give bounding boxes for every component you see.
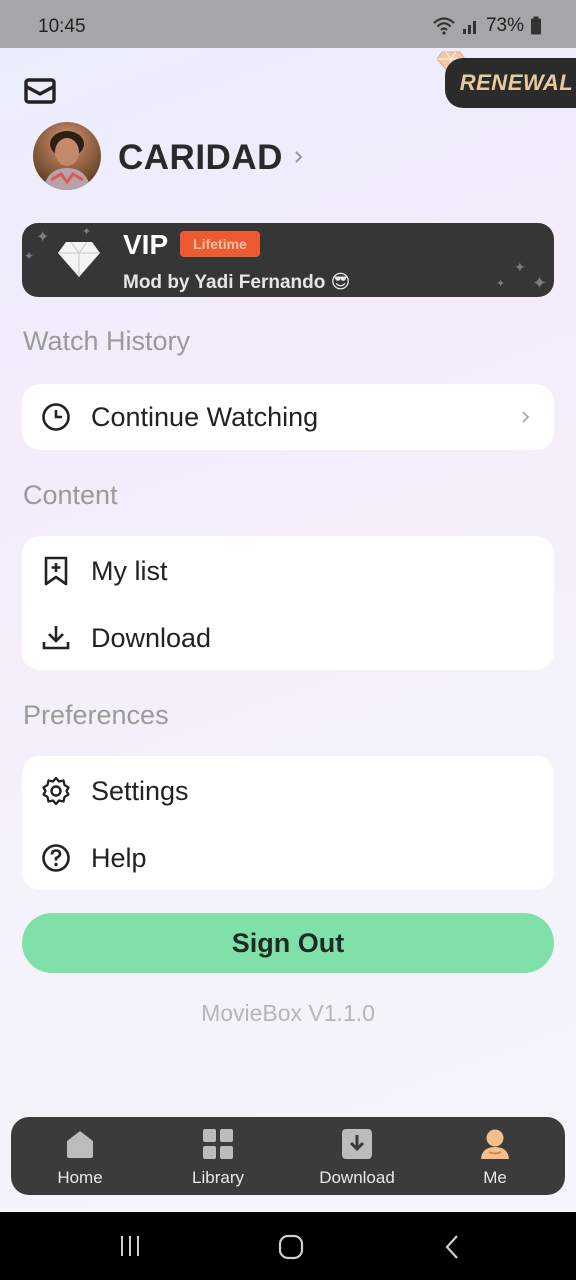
section-label-preferences: Preferences: [23, 700, 169, 730]
section-label-watch-history: Watch History: [23, 326, 191, 356]
battery-percent: 73%: [485, 15, 524, 36]
sparkle-icon: ✦: [496, 278, 506, 290]
preferences-card: Settings Help: [22, 756, 554, 890]
download-icon: [42, 626, 70, 650]
wifi-icon: [433, 17, 455, 35]
back-icon[interactable]: [442, 1234, 462, 1260]
nav-item-me[interactable]: Me: [426, 1117, 564, 1195]
username[interactable]: CARIDAD: [118, 138, 283, 178]
clock-icon: [42, 403, 70, 431]
menu-item-settings[interactable]: Settings: [22, 758, 554, 824]
renewal-button[interactable]: RENEWAL: [445, 58, 576, 108]
sparkle-icon: ✦: [514, 259, 526, 275]
nav-label: Me: [483, 1168, 507, 1187]
chevron-right-icon[interactable]: [292, 147, 306, 167]
status-time: 10:45: [38, 16, 86, 37]
sign-out-button[interactable]: Sign Out: [22, 913, 554, 973]
nav-item-library[interactable]: Library: [149, 1117, 287, 1195]
avatar[interactable]: [33, 122, 101, 190]
home-icon: [67, 1131, 93, 1158]
menu-item-label: Help: [91, 842, 147, 873]
help-icon: [42, 844, 70, 872]
vip-title: VIP: [123, 229, 169, 260]
menu-item-label: Settings: [91, 775, 189, 806]
nav-label: Download: [319, 1168, 395, 1187]
menu-item-download[interactable]: Download: [22, 605, 554, 671]
menu-item-my-list[interactable]: My list: [22, 538, 554, 604]
menu-item-help[interactable]: Help: [22, 825, 554, 891]
battery-icon: [531, 16, 541, 35]
sparkle-icon: ✦: [532, 273, 548, 293]
sparkle-icon: ✦: [24, 249, 35, 263]
download-icon: [342, 1129, 372, 1159]
menu-item-label: Download: [91, 622, 212, 653]
vip-badge: Lifetime: [180, 231, 260, 257]
system-nav-bar: [0, 1212, 576, 1280]
watch-history-card: Continue Watching: [22, 384, 554, 450]
menu-item-continue-watching[interactable]: Continue Watching: [22, 384, 554, 450]
chevron-right-icon: [522, 411, 530, 423]
app-version: MovieBox V1.1.0: [201, 1000, 375, 1026]
bottom-nav: Home Library Download Me: [11, 1117, 565, 1195]
home-button-icon[interactable]: [278, 1234, 304, 1260]
mail-icon[interactable]: [24, 76, 56, 106]
bookmark-add-icon: [44, 556, 68, 586]
nav-item-home[interactable]: Home: [11, 1117, 149, 1195]
library-icon: [203, 1129, 233, 1159]
recent-apps-icon[interactable]: [118, 1234, 142, 1258]
gear-icon: [42, 776, 70, 806]
status-icons: 73%: [432, 15, 542, 37]
menu-item-label: Continue Watching: [91, 401, 319, 432]
section-label-content: Content: [23, 480, 118, 510]
sparkle-icon: ✦: [82, 226, 92, 238]
avatar-image: [43, 131, 91, 190]
vip-card[interactable]: ✦ ✦ ✦ ✦ ✦ ✦ VIP Lifetime Mod by Yadi Fer…: [22, 223, 554, 297]
person-icon: [481, 1129, 509, 1159]
signal-icon: [462, 21, 476, 34]
menu-item-label: My list: [91, 555, 168, 586]
nav-label: Home: [57, 1168, 103, 1187]
content-card: My list Download: [22, 536, 554, 670]
nav-label: Library: [192, 1168, 244, 1187]
nav-item-download[interactable]: Download: [288, 1117, 426, 1195]
vip-subtitle: Mod by Yadi Fernando 😎: [123, 272, 351, 293]
diamond-icon: [58, 241, 100, 277]
sparkle-icon: ✦: [36, 229, 50, 246]
status-bar: 10:45 73%: [0, 0, 576, 48]
